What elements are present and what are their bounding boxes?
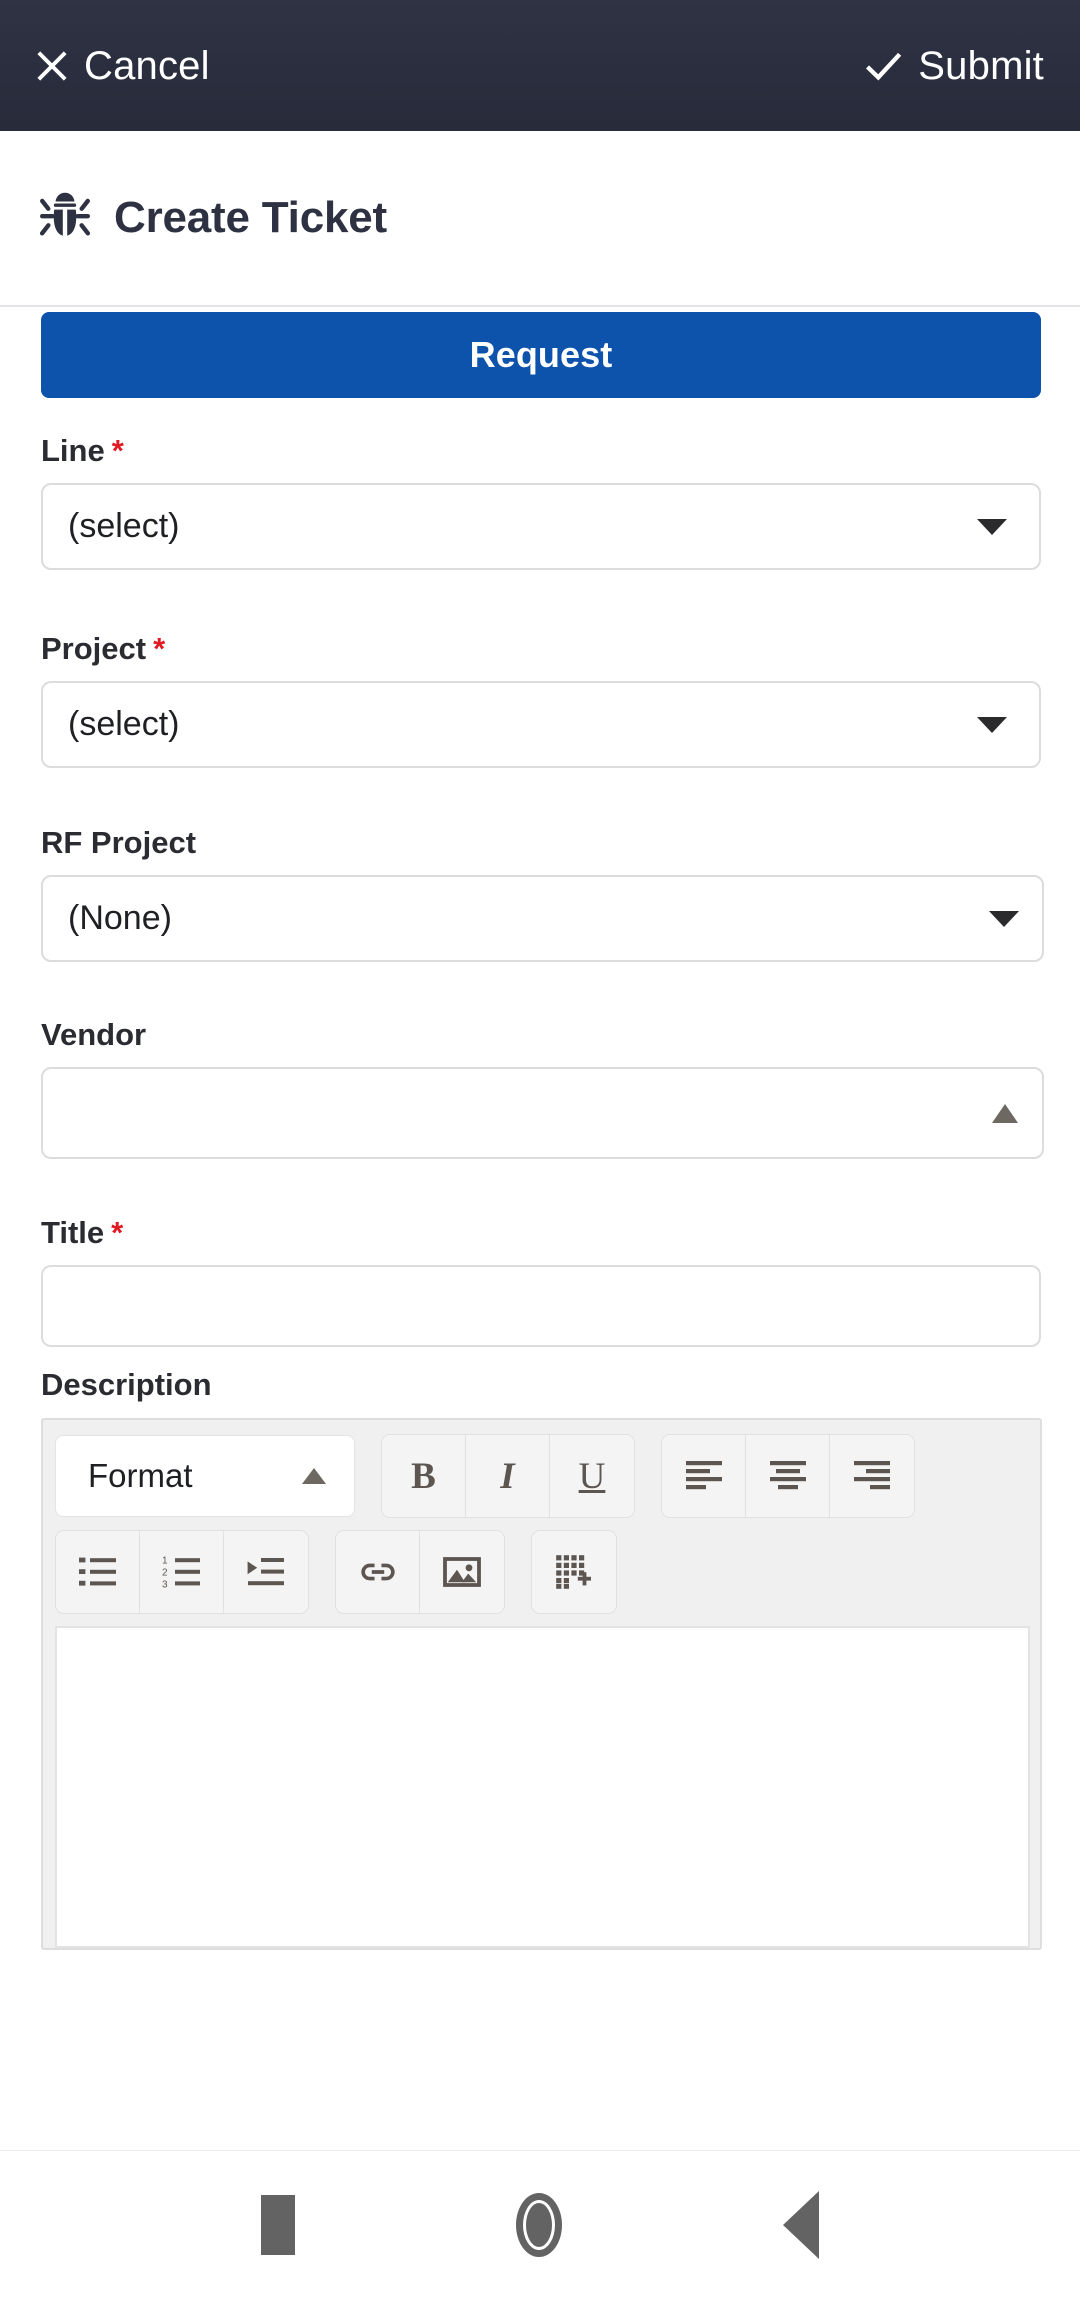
table-grid-plus-icon — [556, 1555, 591, 1589]
format-dropdown[interactable]: Format — [55, 1435, 355, 1517]
label-project: Project * — [41, 631, 166, 666]
align-center-button[interactable] — [746, 1435, 830, 1517]
description-editor-area[interactable] — [55, 1626, 1030, 1948]
italic-button[interactable]: I — [466, 1435, 550, 1517]
field-project: Project * (select) — [0, 633, 1080, 768]
svg-text:2: 2 — [162, 1568, 168, 1579]
bold-icon: B — [411, 1455, 436, 1497]
rf-project-select[interactable]: (None) — [41, 875, 1044, 962]
home-button[interactable] — [515, 2192, 562, 2257]
link-icon — [360, 1563, 395, 1581]
editor-toolbar-row-1: Format B I U — [55, 1434, 1028, 1518]
cancel-button[interactable]: Cancel — [34, 46, 210, 86]
top-action-bar: Cancel Submit — [0, 0, 1080, 131]
link-button[interactable] — [336, 1531, 420, 1613]
label-vendor: Vendor — [41, 1017, 147, 1052]
svg-text:3: 3 — [162, 1579, 168, 1589]
submit-label: Submit — [918, 43, 1044, 88]
required-marker: * — [111, 433, 124, 468]
numbered-list-icon: 1 2 3 — [162, 1556, 200, 1589]
image-icon — [443, 1557, 481, 1587]
back-button[interactable] — [783, 2190, 820, 2259]
recents-button[interactable] — [260, 2194, 295, 2255]
align-center-icon — [769, 1461, 806, 1490]
svg-text:1: 1 — [162, 1556, 168, 1567]
bullet-list-icon — [78, 1557, 116, 1586]
image-button[interactable] — [420, 1531, 504, 1613]
align-left-button[interactable] — [662, 1435, 746, 1517]
request-button[interactable]: Request — [41, 312, 1041, 398]
align-right-button[interactable] — [830, 1435, 914, 1517]
project-select-value: (select) — [68, 705, 180, 743]
align-left-icon — [685, 1461, 722, 1490]
chevron-down-icon — [977, 518, 1007, 535]
underline-button[interactable]: U — [550, 1435, 634, 1517]
chevron-up-icon — [302, 1468, 326, 1484]
list-group: 1 2 3 — [55, 1530, 309, 1614]
bold-button[interactable]: B — [382, 1435, 466, 1517]
field-vendor: Vendor — [0, 1019, 1080, 1159]
label-title: Title * — [41, 1215, 124, 1250]
rf-project-select-value: (None) — [68, 899, 172, 937]
page-title: Create Ticket — [114, 193, 387, 242]
title-input[interactable] — [41, 1265, 1041, 1347]
insert-group — [335, 1530, 505, 1614]
editor-toolbar-row-2: 1 2 3 — [55, 1530, 1028, 1614]
required-marker: * — [153, 631, 166, 666]
line-select[interactable]: (select) — [41, 483, 1041, 570]
underline-icon: U — [578, 1455, 606, 1497]
bullet-list-button[interactable] — [56, 1531, 140, 1613]
indent-icon — [247, 1558, 284, 1586]
line-select-value: (select) — [68, 507, 180, 545]
italic-icon: I — [500, 1455, 515, 1497]
rich-text-editor: Format B I U 1 2 3 — [41, 1418, 1042, 1950]
label-description: Description — [41, 1367, 212, 1402]
page-header: Create Ticket — [0, 131, 1080, 307]
align-right-icon — [854, 1461, 890, 1490]
table-group — [531, 1530, 617, 1614]
format-dropdown-label: Format — [88, 1457, 193, 1494]
android-navigation-bar — [0, 2150, 1080, 2298]
indent-button[interactable] — [224, 1531, 308, 1613]
chevron-down-icon — [989, 910, 1019, 927]
vendor-input[interactable] — [41, 1067, 1044, 1159]
required-marker: * — [111, 1215, 124, 1250]
check-icon — [866, 52, 902, 81]
field-rf-project: RF Project (None) — [0, 827, 1080, 962]
bug-icon — [39, 192, 91, 239]
field-description: Description Format B I U 1 2 3 — [0, 1369, 1080, 1950]
cancel-label: Cancel — [84, 43, 210, 88]
field-title: Title * — [0, 1217, 1080, 1347]
label-line: Line * — [41, 433, 124, 468]
insert-table-button[interactable] — [532, 1531, 616, 1613]
project-select[interactable]: (select) — [41, 681, 1041, 768]
submit-button[interactable]: Submit — [864, 46, 1044, 86]
field-line: Line * (select) — [0, 435, 1080, 570]
chevron-up-icon — [992, 1103, 1018, 1123]
text-style-group: B I U — [381, 1434, 635, 1518]
numbered-list-button[interactable]: 1 2 3 — [140, 1531, 224, 1613]
chevron-down-icon — [977, 716, 1007, 733]
label-rf-project: RF Project — [41, 825, 197, 860]
close-icon — [37, 50, 67, 81]
alignment-group — [661, 1434, 915, 1518]
